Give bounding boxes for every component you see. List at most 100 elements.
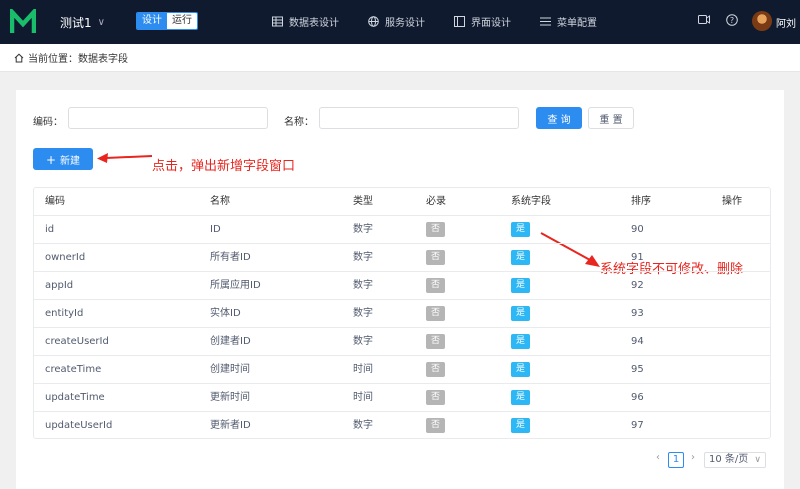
cell-type: 数字 — [353, 252, 373, 263]
name-input[interactable] — [319, 107, 519, 129]
next-page-icon[interactable]: › — [691, 452, 695, 463]
cell-code: updateTime — [45, 392, 105, 403]
cell-order: 93 — [631, 308, 644, 319]
tag-no: 否 — [426, 249, 446, 265]
nav-label: 服务设计 — [385, 18, 425, 29]
page-size-select[interactable]: 10 条/页 ∨ — [704, 452, 766, 468]
logo-icon[interactable] — [10, 9, 36, 35]
tag-no: 否 — [426, 417, 446, 433]
cell-required: 否 — [426, 412, 446, 440]
tag-yes: 是 — [511, 277, 531, 293]
query-button[interactable]: 查 询 — [536, 107, 582, 129]
svg-text:?: ? — [730, 16, 734, 25]
cell-type: 数字 — [353, 308, 373, 319]
tag-yes: 是 — [511, 361, 531, 377]
mode-toggle: 设计 运行 — [136, 12, 198, 30]
chevron-down-icon: ∨ — [754, 455, 761, 465]
annotation-add-hint: 点击，弹出新增字段窗口 — [152, 159, 296, 174]
cell-required: 否 — [426, 244, 446, 272]
cell-order: 90 — [631, 224, 644, 235]
table-row: appId 所属应用ID 数字 否 是 92 — [34, 272, 770, 300]
tag-yes: 是 — [511, 249, 531, 265]
cell-required: 否 — [426, 272, 446, 300]
nav-label: 菜单配置 — [557, 18, 597, 29]
cell-system: 是 — [511, 216, 531, 244]
cell-code: updateUserId — [45, 420, 113, 431]
home-icon — [14, 53, 24, 62]
cell-type: 数字 — [353, 224, 373, 235]
tag-no: 否 — [426, 221, 446, 237]
code-input[interactable] — [68, 107, 268, 129]
reset-button[interactable]: 重 置 — [588, 107, 634, 129]
cell-order: 95 — [631, 364, 644, 375]
app-name: 测试1 — [60, 16, 92, 30]
cell-type: 时间 — [353, 392, 373, 403]
fields-table: 编码 名称 类型 必录 系统字段 排序 操作 id ID 数字否是 90 ownerId… — [33, 187, 771, 439]
cell-type: 数字 — [353, 336, 373, 347]
table-header: 编码 名称 类型 必录 系统字段 排序 操作 — [34, 188, 770, 216]
nav-table-design[interactable]: 数据表设计 — [272, 14, 339, 29]
tag-no: 否 — [426, 305, 446, 321]
cell-name: 更新者ID — [210, 420, 251, 431]
tag-yes: 是 — [511, 417, 531, 433]
code-label: 编码： — [33, 117, 63, 128]
cell-order: 97 — [631, 420, 644, 431]
page-size-value: 10 条/页 — [709, 454, 749, 465]
add-button[interactable]: + 新建 — [33, 148, 93, 170]
cell-required: 否 — [426, 384, 446, 412]
tag-no: 否 — [426, 333, 446, 349]
main-panel: 编码： 名称： 查 询 重 置 + 新建 点击，弹出新增字段窗口 系统字段不可修改… — [16, 90, 784, 489]
tag-no: 否 — [426, 361, 446, 377]
prev-page-icon[interactable]: ‹ — [656, 452, 660, 463]
nav-label: 数据表设计 — [289, 18, 339, 29]
cell-order: 96 — [631, 392, 644, 403]
table-row: createUserId 创建者ID 数字 否 是 94 — [34, 328, 770, 356]
cell-system: 是 — [511, 244, 531, 272]
avatar[interactable] — [752, 11, 772, 31]
tag-no: 否 — [426, 389, 446, 405]
col-header-code: 编码 — [45, 196, 65, 207]
cell-order: 91 — [631, 252, 644, 263]
help-icon[interactable]: ? — [726, 14, 738, 26]
globe-icon — [368, 16, 379, 27]
nav-menu-config[interactable]: 菜单配置 — [540, 14, 597, 29]
cell-name: 所属应用ID — [210, 280, 261, 291]
table-row: createTime 创建时间 时间 否 是 95 — [34, 356, 770, 384]
tag-yes: 是 — [511, 333, 531, 349]
cell-name: 所有者ID — [210, 252, 251, 263]
video-icon[interactable] — [698, 14, 710, 25]
mode-design-button[interactable]: 设计 — [137, 13, 167, 29]
mode-run-button[interactable]: 运行 — [167, 13, 197, 29]
cell-required: 否 — [426, 328, 446, 356]
nav-service-design[interactable]: 服务设计 — [368, 14, 425, 29]
cell-system: 是 — [511, 356, 531, 384]
page-1[interactable]: 1 — [668, 452, 684, 468]
cell-code: id — [45, 224, 55, 235]
cell-required: 否 — [426, 216, 446, 244]
table-row: ownerId 所有者ID 数字 否 是 91 — [34, 244, 770, 272]
table-row: entityId 实体ID 数字 否 是 93 — [34, 300, 770, 328]
layout-icon — [454, 16, 465, 27]
nav-ui-design[interactable]: 界面设计 — [454, 14, 511, 29]
cell-name: 创建者ID — [210, 336, 251, 347]
chevron-down-icon: ∨ — [97, 17, 105, 28]
user-name[interactable]: 阿刘 — [776, 15, 796, 30]
tag-no: 否 — [426, 277, 446, 293]
table-row: id ID 数字 否 是 90 — [34, 216, 770, 244]
breadcrumb: 当前位置：数据表字段 — [0, 44, 800, 72]
app-switcher[interactable]: 测试1 ∨ — [60, 14, 105, 31]
cell-type: 数字 — [353, 280, 373, 291]
cell-name: ID — [210, 224, 221, 235]
annotation-arrow-left — [97, 153, 153, 163]
name-label: 名称： — [284, 117, 314, 128]
table-icon — [272, 16, 283, 27]
cell-code: createUserId — [45, 336, 109, 347]
cell-required: 否 — [426, 300, 446, 328]
tag-yes: 是 — [511, 305, 531, 321]
col-header-required: 必录 — [426, 196, 446, 207]
cell-required: 否 — [426, 356, 446, 384]
cell-name: 创建时间 — [210, 364, 250, 375]
cell-order: 92 — [631, 280, 644, 291]
cell-system: 是 — [511, 328, 531, 356]
cell-code: createTime — [45, 364, 102, 375]
